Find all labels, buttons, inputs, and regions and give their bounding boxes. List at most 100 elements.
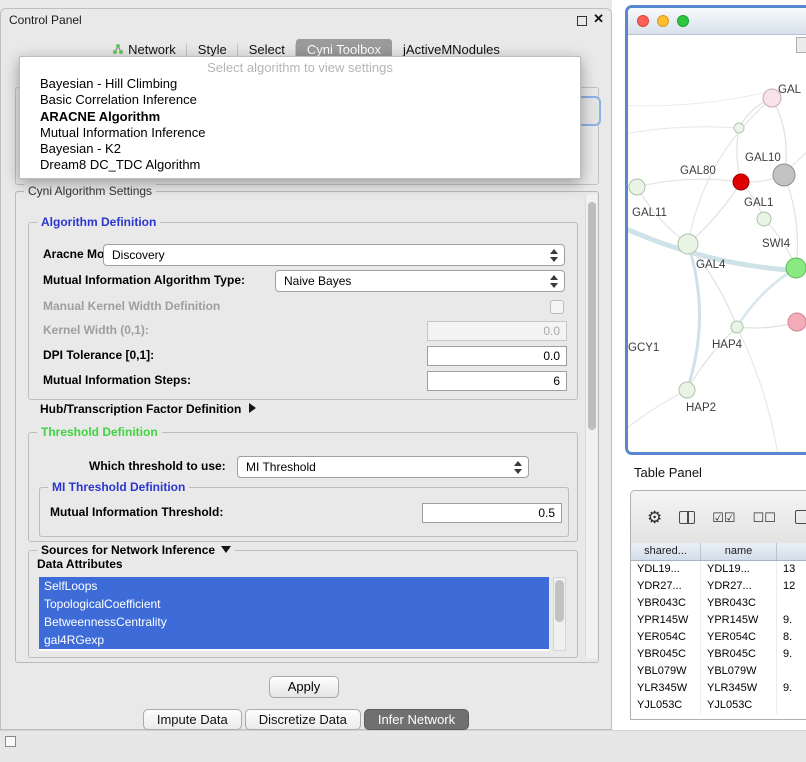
attribute-item-selected[interactable]: SelfLoops bbox=[39, 577, 549, 595]
table-cell[interactable]: YDL19... bbox=[631, 561, 701, 578]
attribute-item-selected[interactable]: gal4RGexp bbox=[39, 631, 549, 649]
float-window-icon[interactable] bbox=[577, 16, 587, 26]
network-node[interactable] bbox=[757, 212, 771, 226]
close-window-icon[interactable] bbox=[637, 15, 649, 27]
table-cell[interactable]: YDR27... bbox=[631, 578, 701, 595]
dropdown-item[interactable]: Dream8 DC_TDC Algorithm bbox=[20, 157, 580, 173]
minimize-window-icon[interactable] bbox=[657, 15, 669, 27]
network-canvas[interactable]: GALGAL80GAL10GAL11GAL1SWI4GAL4GCY1HAP4HA… bbox=[628, 35, 806, 453]
close-icon[interactable]: ✕ bbox=[593, 11, 604, 27]
dropdown-item[interactable]: Bayesian - K2 bbox=[20, 141, 580, 157]
network-edge bbox=[737, 268, 796, 327]
data-attributes-list[interactable]: SelfLoops TopologicalCoefficient Between… bbox=[39, 577, 549, 651]
network-node-label: HAP4 bbox=[712, 339, 743, 351]
which-threshold-select[interactable]: MI Threshold bbox=[237, 456, 529, 478]
settings-scrollbar-thumb[interactable] bbox=[588, 202, 596, 430]
table-cell[interactable]: YBR043C bbox=[701, 595, 777, 612]
table-cell[interactable]: YER054C bbox=[631, 629, 701, 646]
apply-button[interactable]: Apply bbox=[269, 676, 339, 698]
table-cell[interactable] bbox=[777, 697, 806, 714]
table-cell[interactable]: YDR27... bbox=[701, 578, 777, 595]
table-cell[interactable]: YPR145W bbox=[631, 612, 701, 629]
table-cell[interactable]: YBR043C bbox=[631, 595, 701, 612]
tab-discretize-data[interactable]: Discretize Data bbox=[245, 709, 361, 730]
tab-infer-network[interactable]: Infer Network bbox=[364, 709, 469, 730]
network-window-titlebar[interactable] bbox=[628, 8, 806, 35]
table-cell[interactable]: 9. bbox=[777, 680, 806, 697]
table-cell[interactable] bbox=[777, 595, 806, 612]
table-cell[interactable]: YDL19... bbox=[701, 561, 777, 578]
network-node[interactable] bbox=[731, 321, 743, 333]
table-row[interactable]: YER054CYER054C8. bbox=[631, 629, 806, 646]
table-cell[interactable]: YER054C bbox=[701, 629, 777, 646]
aracne-mode-select[interactable]: Discovery bbox=[103, 244, 565, 266]
dropdown-item-selected[interactable]: ARACNE Algorithm bbox=[20, 109, 580, 125]
table-row[interactable]: YDL19...YDL19...13 bbox=[631, 561, 806, 578]
kernel-width-field: 0.0 bbox=[427, 321, 567, 341]
table-row[interactable]: YBR043CYBR043C bbox=[631, 595, 806, 612]
table-row[interactable]: YDR27...YDR27...12 bbox=[631, 578, 806, 595]
network-node[interactable] bbox=[786, 258, 806, 278]
table-cell[interactable]: 9. bbox=[777, 612, 806, 629]
deselect-all-checkboxes-icon[interactable]: ☐☐ bbox=[753, 511, 776, 524]
table-row[interactable]: YJL053CYJL053C bbox=[631, 697, 806, 714]
mi-algorithm-type-label: Mutual Information Algorithm Type: bbox=[43, 269, 245, 291]
settings-scrollbar[interactable] bbox=[585, 194, 597, 658]
tab-impute-data[interactable]: Impute Data bbox=[143, 709, 242, 730]
mi-algorithm-type-select[interactable]: Naive Bayes bbox=[275, 270, 565, 292]
table-cell[interactable]: 8. bbox=[777, 629, 806, 646]
canvas-corner-widget[interactable] bbox=[796, 37, 806, 53]
restore-panel-icon[interactable] bbox=[5, 736, 16, 747]
algorithm-definition-group: Algorithm Definition Aracne Mode: Discov… bbox=[28, 222, 578, 400]
table-cell[interactable]: YBR045C bbox=[631, 646, 701, 663]
network-node[interactable] bbox=[629, 179, 645, 195]
network-node[interactable] bbox=[678, 234, 698, 254]
table-cell[interactable] bbox=[777, 663, 806, 680]
control-panel-titlebar: Control Panel ✕ bbox=[1, 9, 611, 31]
table-cell[interactable]: YLR345W bbox=[631, 680, 701, 697]
network-node[interactable] bbox=[733, 174, 749, 190]
attribute-item-selected[interactable]: TopologicalCoefficient bbox=[39, 595, 549, 613]
network-node-label: GAL10 bbox=[745, 152, 781, 164]
zoom-window-icon[interactable] bbox=[677, 15, 689, 27]
combo-stepper-icon bbox=[550, 275, 558, 288]
column-header-shared-name[interactable]: shared... bbox=[631, 543, 701, 560]
table-cell[interactable]: YLR345W bbox=[701, 680, 777, 697]
hub-transcription-factor-section[interactable]: Hub/Transcription Factor Definition bbox=[40, 402, 256, 416]
table-cell[interactable]: YJL053C bbox=[701, 697, 777, 714]
table-row[interactable]: YBR045CYBR045C9. bbox=[631, 646, 806, 663]
table-cell[interactable]: 9. bbox=[777, 646, 806, 663]
column-header-name[interactable]: name bbox=[701, 543, 777, 560]
table-cell[interactable]: YBR045C bbox=[701, 646, 777, 663]
table-cell[interactable]: 13 bbox=[777, 561, 806, 578]
tab-label: Style bbox=[198, 42, 227, 57]
dropdown-item[interactable]: Bayesian - Hill Climbing bbox=[20, 76, 580, 92]
attributes-list-scrollbar[interactable] bbox=[553, 577, 566, 651]
mi-threshold-field[interactable]: 0.5 bbox=[422, 503, 562, 523]
columns-icon[interactable] bbox=[679, 511, 695, 524]
table-row[interactable]: YPR145WYPR145W9. bbox=[631, 612, 806, 629]
table-row[interactable]: YBL079WYBL079W bbox=[631, 663, 806, 680]
dropdown-item[interactable]: Mutual Information Inference bbox=[20, 125, 580, 141]
column-header-extra[interactable] bbox=[777, 543, 806, 560]
dpi-tolerance-field[interactable]: 0.0 bbox=[427, 346, 567, 366]
manual-kernel-width-checkbox bbox=[550, 300, 564, 314]
table-function-icon[interactable] bbox=[795, 510, 806, 524]
network-node[interactable] bbox=[679, 382, 695, 398]
table-cell[interactable]: YBL079W bbox=[631, 663, 701, 680]
mi-steps-field[interactable]: 6 bbox=[427, 371, 567, 391]
table-cell[interactable]: 12 bbox=[777, 578, 806, 595]
dropdown-item[interactable]: Basic Correlation Inference bbox=[20, 92, 580, 108]
select-all-checkboxes-icon[interactable]: ☑☑ bbox=[712, 511, 735, 524]
gear-icon[interactable]: ⚙ bbox=[647, 509, 662, 526]
attribute-item-selected[interactable]: BetweennessCentrality bbox=[39, 613, 549, 631]
collapse-down-icon bbox=[221, 546, 231, 553]
table-cell[interactable]: YJL053C bbox=[631, 697, 701, 714]
network-node[interactable] bbox=[773, 164, 795, 186]
table-cell[interactable]: YPR145W bbox=[701, 612, 777, 629]
network-node[interactable] bbox=[788, 313, 806, 331]
cyni-algorithm-settings-group: Cyni Algorithm Settings Algorithm Defini… bbox=[15, 191, 599, 663]
table-cell[interactable]: YBL079W bbox=[701, 663, 777, 680]
table-row[interactable]: YLR345WYLR345W9. bbox=[631, 680, 806, 697]
network-node[interactable] bbox=[734, 123, 744, 133]
